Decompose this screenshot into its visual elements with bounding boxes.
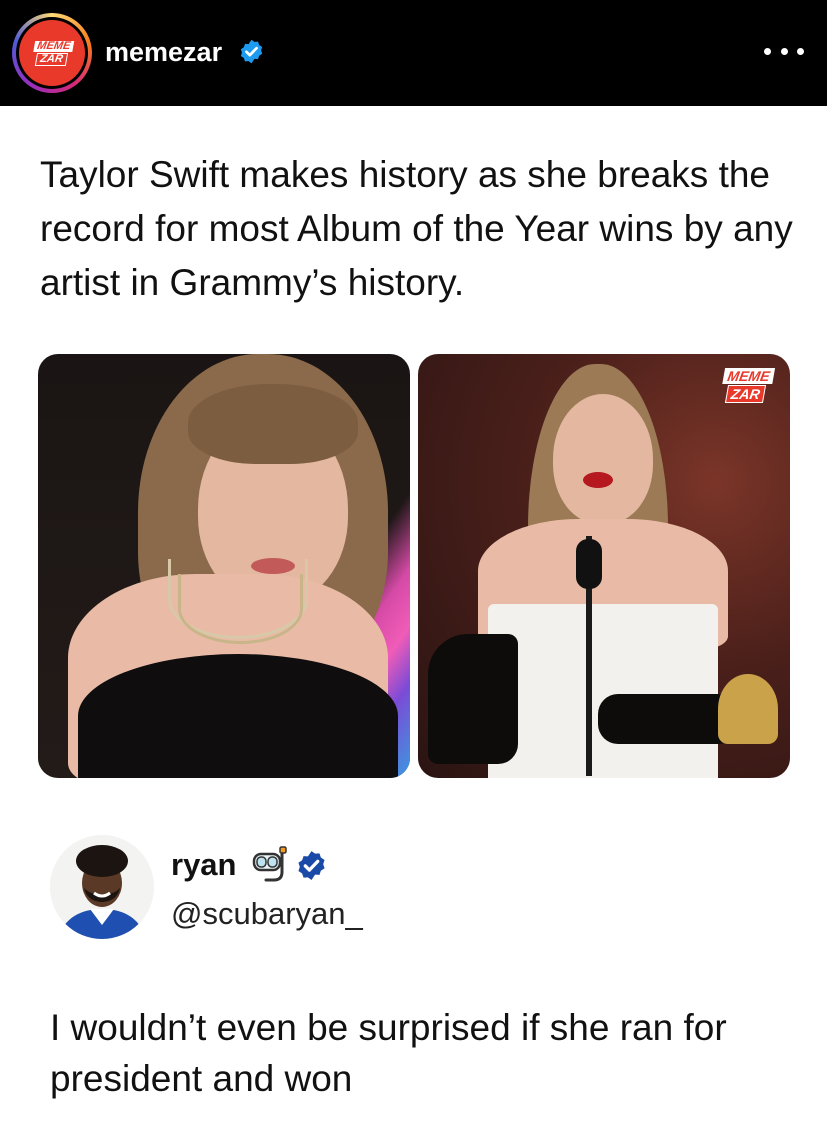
white-dress xyxy=(488,604,718,778)
black-dress xyxy=(78,654,398,778)
face xyxy=(553,394,653,524)
photo-left[interactable] xyxy=(38,354,410,778)
verified-badge-icon xyxy=(298,851,325,880)
dot xyxy=(764,47,771,55)
avatar-inner: MEME ZAR xyxy=(16,17,88,89)
post-caption: Taylor Swift makes history as she breaks… xyxy=(40,154,793,303)
memezar-watermark: MEME ZAR xyxy=(719,368,776,403)
account-avatar[interactable]: MEME ZAR xyxy=(12,13,92,93)
logo-line-2: ZAR xyxy=(34,52,68,66)
tweet-author-handle[interactable]: @scubaryan_ xyxy=(171,894,363,934)
necklace xyxy=(178,574,303,644)
diving-mask-icon xyxy=(252,846,287,882)
watermark-line-2: ZAR xyxy=(724,385,767,403)
tweet-author-name[interactable]: ryan xyxy=(171,845,236,885)
logo-line-1: MEME xyxy=(32,40,74,52)
tweet-text: I wouldn’t even be surprised if she ran … xyxy=(50,1007,727,1099)
account-username[interactable]: memezar xyxy=(105,34,222,70)
tweet-author-avatar[interactable] xyxy=(50,835,154,939)
grammy-trophy xyxy=(718,674,778,744)
avatar-portrait xyxy=(50,835,154,939)
black-glove-left xyxy=(428,634,518,764)
bangs xyxy=(188,384,358,464)
more-options-icon[interactable] xyxy=(764,36,804,66)
memezar-logo: MEME ZAR xyxy=(19,20,85,86)
microphone xyxy=(576,539,602,589)
watermark-line-1: MEME xyxy=(722,368,776,384)
photo-right[interactable]: MEME ZAR xyxy=(418,354,790,778)
lips xyxy=(583,472,613,488)
post-header: MEME ZAR memezar xyxy=(0,0,827,106)
logo-text: MEME ZAR xyxy=(30,40,74,66)
dot xyxy=(780,47,788,55)
verified-badge-icon xyxy=(240,39,263,64)
black-glove-right xyxy=(598,694,738,744)
dot xyxy=(797,47,804,55)
